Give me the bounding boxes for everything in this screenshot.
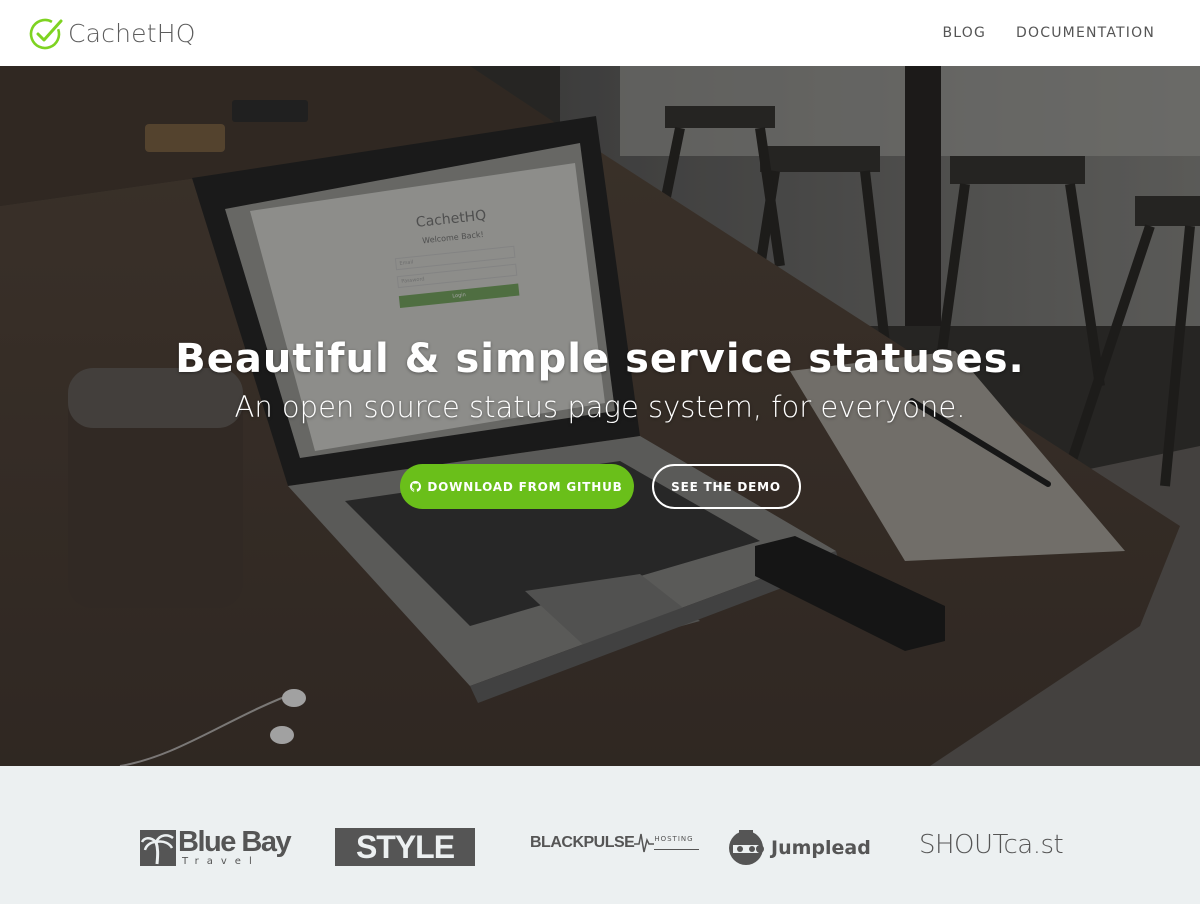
see-demo-label: SEE THE DEMO bbox=[671, 479, 781, 494]
bluebay-name: Blue Bay bbox=[178, 826, 292, 858]
styleci-logo[interactable]: STYLE CI bbox=[335, 828, 475, 903]
check-circle-icon bbox=[29, 18, 63, 50]
download-github-label: DOWNLOAD FROM GITHUB bbox=[427, 479, 623, 494]
brand-name: CachetHQ bbox=[68, 18, 196, 48]
pulse-line-icon bbox=[634, 833, 655, 853]
nav-link-blog[interactable]: BLOG bbox=[942, 25, 986, 41]
bluebay-tagline: Travel bbox=[182, 856, 260, 867]
blackpulse-logo[interactable]: BLACKPULSE HOSTING bbox=[530, 832, 700, 854]
jumplead-name: Jumplead bbox=[771, 837, 871, 859]
hero-section: CachetHQ Welcome Back! Email Password Lo… bbox=[0, 66, 1200, 766]
brand-logo[interactable]: CachetHQ bbox=[28, 15, 196, 51]
styleci-name: STYLE CI bbox=[335, 828, 475, 903]
hero-content: Beautiful & simple service statuses. An … bbox=[0, 336, 1200, 509]
download-github-button[interactable]: DOWNLOAD FROM GITHUB bbox=[399, 464, 634, 509]
nav-link-documentation[interactable]: DOCUMENTATION bbox=[1016, 25, 1155, 41]
bluebay-logo[interactable]: Blue Bay Travel bbox=[140, 826, 292, 867]
blackpulse-underline bbox=[654, 849, 700, 850]
palm-tree-icon bbox=[140, 829, 176, 866]
nav-links: BLOG DOCUMENTATION bbox=[942, 25, 1155, 41]
hero-buttons: DOWNLOAD FROM GITHUB SEE THE DEMO bbox=[0, 464, 1200, 509]
jumplead-logo[interactable]: Jumplead bbox=[725, 827, 871, 869]
shoutcast-name: SHOUTca.st bbox=[919, 830, 1064, 860]
shoutcast-logo[interactable]: SHOUTca.st bbox=[919, 830, 1064, 860]
hero-title: Beautiful & simple service statuses. bbox=[175, 336, 1025, 382]
jumplead-robot-icon bbox=[729, 830, 764, 865]
blackpulse-tagline: HOSTING bbox=[654, 835, 694, 843]
hero-subtitle: An open source status page system, for e… bbox=[234, 390, 966, 424]
navbar: CachetHQ BLOG DOCUMENTATION bbox=[0, 0, 1200, 66]
see-demo-button[interactable]: SEE THE DEMO bbox=[651, 464, 801, 509]
sponsor-logos: Blue Bay Travel STYLE CI BLACKPULSE HOST… bbox=[0, 766, 1200, 903]
blackpulse-name: BLACKPULSE bbox=[530, 834, 635, 851]
github-icon bbox=[410, 481, 422, 492]
